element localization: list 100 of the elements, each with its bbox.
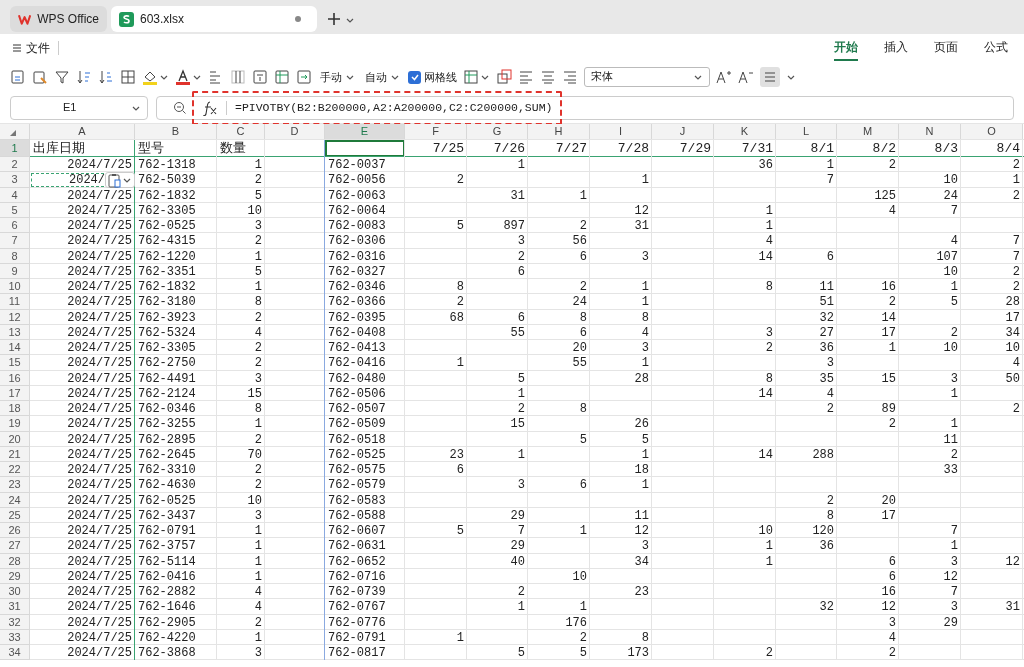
row-header[interactable]: 30 [0, 584, 30, 599]
row-header[interactable]: 9 [0, 264, 30, 279]
row-header[interactable]: 24 [0, 493, 30, 508]
table-cell-text: 2024/7/25 [66, 340, 133, 355]
row-header[interactable]: 29 [0, 569, 30, 584]
row-header[interactable]: 33 [0, 630, 30, 645]
ribbon-tab[interactable]: 页面 [934, 35, 958, 61]
table-cell-text: 762-0525 [327, 447, 387, 462]
table-cell-text: 2024/7/25 [66, 584, 133, 599]
table-cell-text: 11 [818, 279, 835, 294]
table-cell-text: 8 [640, 310, 650, 325]
column-header[interactable]: B [135, 124, 217, 140]
table-cell-text: 3 [253, 218, 263, 233]
row-header[interactable]: 8 [0, 249, 30, 264]
zoom-icon[interactable] [173, 101, 186, 114]
table-cell-text: 762-0063 [327, 188, 387, 203]
tab[interactable]: 603.xlsx [111, 6, 317, 32]
sort-descending-icon[interactable] [98, 69, 114, 85]
fill-color-icon[interactable] [142, 69, 158, 85]
column-header[interactable]: L [776, 124, 837, 140]
column-header[interactable]: J [652, 124, 714, 140]
row-header[interactable]: 32 [0, 615, 30, 630]
column-header[interactable]: E [325, 124, 405, 140]
align-right-icon[interactable] [562, 69, 578, 85]
row-header[interactable]: 2 [0, 157, 30, 172]
font-select[interactable]: 宋体 [584, 67, 710, 87]
merge-icon[interactable] [296, 69, 312, 85]
table-cell-text: 3 [640, 538, 650, 554]
ribbon-tab[interactable]: 公式 [984, 35, 1008, 61]
freeze-icon[interactable] [274, 69, 290, 85]
row-header[interactable]: 25 [0, 508, 30, 523]
row-header[interactable]: 6 [0, 218, 30, 233]
row-header[interactable]: 17 [0, 386, 30, 401]
row-height-icon[interactable] [252, 69, 268, 85]
gridlines-checkbox[interactable]: 网格线 [408, 68, 457, 86]
paste-options-button[interactable] [105, 172, 135, 188]
row-header[interactable]: 4 [0, 188, 30, 203]
row-header[interactable]: 26 [0, 523, 30, 538]
row-header[interactable]: 21 [0, 447, 30, 462]
function-icon[interactable] [202, 99, 218, 116]
column-header[interactable]: A [30, 124, 135, 140]
row-header[interactable]: 12 [0, 310, 30, 325]
paste-format-icon[interactable] [32, 69, 48, 85]
number-format-icon[interactable] [10, 69, 26, 85]
row-header[interactable]: 7 [0, 233, 30, 249]
font-color-icon[interactable] [175, 69, 191, 85]
row-header[interactable]: 13 [0, 325, 30, 340]
row-header[interactable]: 11 [0, 294, 30, 310]
filter-icon[interactable] [54, 69, 70, 85]
column-header[interactable]: O [961, 124, 1023, 140]
row-header[interactable]: 1 [0, 140, 30, 157]
ribbon-tab[interactable]: 插入 [884, 35, 908, 61]
row-header[interactable]: 31 [0, 599, 30, 615]
row-header[interactable]: 10 [0, 279, 30, 294]
row-header[interactable]: 18 [0, 401, 30, 416]
cell-style-icon[interactable] [463, 69, 479, 85]
name-box[interactable]: E1 [10, 95, 148, 120]
condition-icon[interactable] [496, 69, 512, 85]
align-center-icon[interactable] [540, 69, 556, 85]
row-header[interactable]: 27 [0, 538, 30, 554]
file-menu[interactable]: 文件 [12, 39, 50, 57]
increase-font-icon[interactable] [716, 69, 732, 85]
sort-ascending-icon[interactable] [76, 69, 92, 85]
decrease-font-icon[interactable] [738, 69, 754, 85]
dropdown-button[interactable]: 自动 [363, 68, 402, 86]
column-header[interactable]: H [528, 124, 590, 140]
row-header[interactable]: 28 [0, 554, 30, 569]
column-header[interactable]: C [217, 124, 265, 140]
table-cell-text: 762-0064 [327, 203, 387, 218]
tab[interactable]: WPS Office [10, 6, 107, 32]
add-tab-icon[interactable] [327, 12, 341, 26]
row-header[interactable]: 14 [0, 340, 30, 355]
table-cell-text: 7/26 [492, 140, 526, 157]
table-cell-text: 125 [873, 188, 897, 203]
row-header[interactable]: 3 [0, 172, 30, 188]
column-header[interactable]: D [265, 124, 325, 140]
align-left-icon[interactable] [518, 69, 534, 85]
dropdown-button[interactable]: 手动 [318, 68, 357, 86]
table-cell-text: 2024/7/25 [66, 538, 133, 554]
borders-icon[interactable] [120, 69, 136, 85]
column-width-icon[interactable] [230, 69, 246, 85]
row-header[interactable]: 34 [0, 645, 30, 660]
row-header[interactable]: 20 [0, 432, 30, 447]
column-header[interactable]: I [590, 124, 652, 140]
row-header[interactable]: 22 [0, 462, 30, 477]
row-header[interactable]: 15 [0, 355, 30, 371]
table-cell-text: 17 [880, 325, 897, 340]
row-header[interactable]: 5 [0, 203, 30, 218]
row-header[interactable]: 23 [0, 477, 30, 493]
select-all-icon[interactable] [10, 130, 16, 136]
column-header[interactable]: N [899, 124, 961, 140]
column-header[interactable]: F [405, 124, 467, 140]
table-cell-text: 762-0416 [137, 569, 197, 584]
table-cell-text: 4 [825, 386, 835, 401]
table-cell-text: 762-2895 [137, 432, 197, 447]
column-header[interactable]: M [837, 124, 899, 140]
row-header[interactable]: 19 [0, 416, 30, 432]
column-header[interactable]: G [467, 124, 528, 140]
row-header[interactable]: 16 [0, 371, 30, 386]
column-header[interactable]: K [714, 124, 776, 140]
